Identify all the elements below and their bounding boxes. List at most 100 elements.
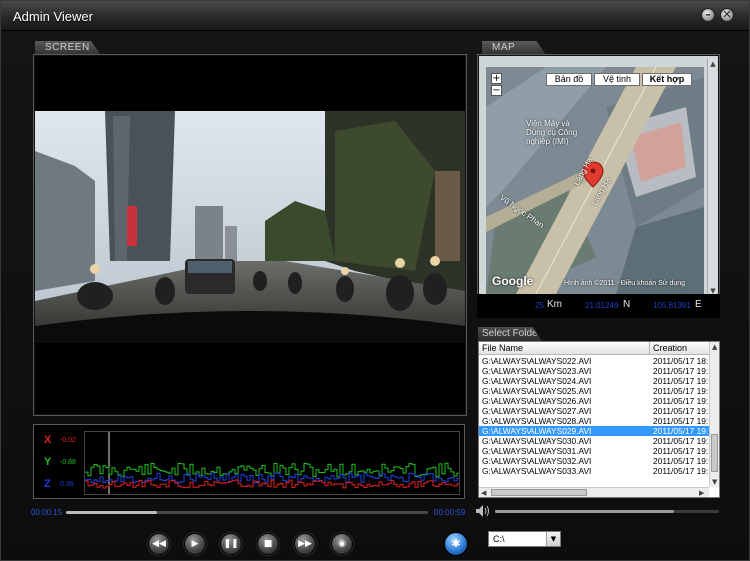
column-creation[interactable]: Creation bbox=[653, 343, 687, 353]
play-button[interactable]: ▶ bbox=[184, 533, 206, 555]
creation-cell: 2011/05/17 19: bbox=[653, 366, 709, 376]
creation-cell: 2011/05/17 18: bbox=[653, 356, 709, 366]
video-screen[interactable] bbox=[33, 54, 467, 416]
drive-select[interactable]: C:\ ▼ bbox=[488, 531, 561, 547]
rewind-button[interactable]: ◀◀ bbox=[148, 533, 170, 555]
g-sensor-plot bbox=[85, 432, 460, 494]
file-name-cell: G:\ALWAYS\ALWAYS023.AVI bbox=[482, 366, 592, 376]
gps-readout: 25 Km 21.01249 N 105.81391 E bbox=[477, 294, 720, 318]
admin-viewer-window: Admin Viewer – ✕ SCREEN MAP Bản đồ Vệ ti… bbox=[0, 0, 750, 561]
distance-unit: Km bbox=[547, 299, 562, 310]
file-list[interactable]: File Name Creation G:\ALWAYS\ALWAYS022.A… bbox=[478, 341, 720, 498]
x-axis-label: X bbox=[44, 434, 52, 446]
volume-fill bbox=[495, 510, 675, 513]
stop-button[interactable]: ■ bbox=[257, 533, 279, 555]
z-axis-value: 0.36 bbox=[60, 481, 74, 488]
map-type-satellite-button[interactable]: Vệ tinh bbox=[594, 73, 640, 86]
scroll-down-icon[interactable]: ▼ bbox=[712, 478, 717, 486]
volume-slider[interactable] bbox=[495, 510, 719, 513]
file-row[interactable]: G:\ALWAYS\ALWAYS023.AVI 2011/05/17 19: bbox=[479, 366, 709, 376]
creation-cell: 2011/05/17 19: bbox=[653, 436, 709, 446]
file-name-cell: G:\ALWAYS\ALWAYS027.AVI bbox=[482, 406, 592, 416]
file-name-cell: G:\ALWAYS\ALWAYS033.AVI bbox=[482, 466, 592, 476]
file-row[interactable]: G:\ALWAYS\ALWAYS024.AVI 2011/05/17 19: bbox=[479, 376, 709, 386]
creation-cell: 2011/05/17 19: bbox=[653, 466, 709, 476]
file-name-cell: G:\ALWAYS\ALWAYS028.AVI bbox=[482, 416, 592, 426]
chevron-down-icon[interactable]: ▼ bbox=[546, 532, 560, 546]
file-list-horizontal-scrollbar[interactable]: ◀ ▶ bbox=[479, 487, 709, 497]
creation-cell: 2011/05/17 19: bbox=[653, 446, 709, 456]
file-list-header: File Name Creation bbox=[479, 342, 709, 355]
creation-cell: 2011/05/17 19: bbox=[653, 406, 709, 416]
file-row[interactable]: G:\ALWAYS\ALWAYS025.AVI 2011/05/17 19: bbox=[479, 386, 709, 396]
file-row[interactable]: G:\ALWAYS\ALWAYS031.AVI 2011/05/17 19: bbox=[479, 446, 709, 456]
g-sensor-graph[interactable] bbox=[84, 431, 460, 495]
file-name-cell: G:\ALWAYS\ALWAYS025.AVI bbox=[482, 386, 592, 396]
map-type-map-button[interactable]: Bản đồ bbox=[546, 73, 592, 86]
speaker-icon[interactable] bbox=[475, 504, 491, 518]
longitude-unit: E bbox=[695, 299, 702, 310]
file-name-cell: G:\ALWAYS\ALWAYS026.AVI bbox=[482, 396, 592, 406]
x-axis-value: -0.02 bbox=[60, 437, 76, 444]
file-list-vertical-scrollbar[interactable]: ▲ ▼ bbox=[709, 342, 719, 487]
snapshot-button[interactable]: ◉ bbox=[331, 533, 353, 555]
map-copyright[interactable]: Hình ảnh ©2011 - Điều khoản Sử dụng bbox=[564, 280, 685, 287]
z-axis-label: Z bbox=[44, 478, 51, 490]
window-title: Admin Viewer bbox=[13, 9, 93, 24]
map-panel[interactable]: Bản đồ Vệ tinh Kết hợp + − Viện Máy và D… bbox=[477, 54, 720, 317]
zoom-out-button[interactable]: − bbox=[491, 85, 502, 96]
file-rows: G:\ALWAYS\ALWAYS022.AVI 2011/05/17 18: G:\… bbox=[479, 356, 709, 476]
file-name-cell: G:\ALWAYS\ALWAYS030.AVI bbox=[482, 436, 592, 446]
capture-button[interactable]: ✱ bbox=[444, 532, 468, 556]
file-row[interactable]: G:\ALWAYS\ALWAYS027.AVI 2011/05/17 19: bbox=[479, 406, 709, 416]
file-name-cell: G:\ALWAYS\ALWAYS022.AVI bbox=[482, 356, 592, 366]
file-name-cell: G:\ALWAYS\ALWAYS031.AVI bbox=[482, 446, 592, 456]
file-row[interactable]: G:\ALWAYS\ALWAYS022.AVI 2011/05/17 18: bbox=[479, 356, 709, 366]
select-folder-label[interactable]: Select Folder bbox=[478, 327, 542, 341]
street-scene-image bbox=[35, 111, 465, 343]
file-row[interactable]: G:\ALWAYS\ALWAYS026.AVI 2011/05/17 19: bbox=[479, 396, 709, 406]
creation-cell: 2011/05/17 19: bbox=[653, 376, 709, 386]
drive-select-value: C:\ bbox=[493, 534, 505, 544]
progress-slider[interactable] bbox=[66, 511, 428, 514]
minimize-button[interactable]: – bbox=[701, 8, 715, 22]
screen-tab: SCREEN bbox=[35, 41, 101, 55]
file-row[interactable]: G:\ALWAYS\ALWAYS029.AVI 2011/05/17 19: bbox=[479, 426, 709, 436]
progress-fill bbox=[66, 511, 157, 514]
satellite-map[interactable]: Bản đồ Vệ tinh Kết hợp + − Viện Máy và D… bbox=[486, 67, 704, 294]
scroll-thumb[interactable] bbox=[711, 434, 718, 472]
pause-button[interactable]: ❚❚ bbox=[220, 533, 242, 555]
map-type-hybrid-button[interactable]: Kết hợp bbox=[642, 73, 692, 86]
scroll-thumb[interactable] bbox=[491, 489, 587, 496]
creation-cell: 2011/05/17 19: bbox=[653, 456, 709, 466]
file-row[interactable]: G:\ALWAYS\ALWAYS033.AVI 2011/05/17 19: bbox=[479, 466, 709, 476]
file-row[interactable]: G:\ALWAYS\ALWAYS028.AVI 2011/05/17 19: bbox=[479, 416, 709, 426]
close-button[interactable]: ✕ bbox=[720, 8, 734, 22]
zoom-in-button[interactable]: + bbox=[491, 73, 502, 84]
file-name-cell: G:\ALWAYS\ALWAYS029.AVI bbox=[482, 426, 592, 436]
scroll-up-icon[interactable]: ▲ bbox=[712, 343, 717, 351]
map-poi-label: Viện Máy và Dụng cụ Công nghiệp (IMI) bbox=[526, 119, 578, 146]
title-bar[interactable]: Admin Viewer – ✕ bbox=[1, 1, 749, 31]
total-time: 00:00:59 bbox=[434, 508, 466, 517]
file-name-cell: G:\ALWAYS\ALWAYS032.AVI bbox=[482, 456, 592, 466]
creation-cell: 2011/05/17 19: bbox=[653, 386, 709, 396]
scroll-left-icon[interactable]: ◀ bbox=[481, 489, 486, 497]
video-frame bbox=[35, 111, 465, 343]
creation-cell: 2011/05/17 19: bbox=[653, 396, 709, 406]
latitude-unit: N bbox=[623, 299, 631, 310]
g-sensor-panel: X -0.02 Y -0.88 Z 0.36 bbox=[33, 424, 465, 499]
distance-value: 25 bbox=[535, 301, 544, 310]
column-file-name[interactable]: File Name bbox=[482, 343, 523, 353]
current-time: 00:00:15 bbox=[31, 508, 63, 517]
map-vertical-scrollbar[interactable]: ▲ ▼ bbox=[707, 59, 717, 297]
satellite-image bbox=[486, 67, 704, 294]
file-row[interactable]: G:\ALWAYS\ALWAYS030.AVI 2011/05/17 19: bbox=[479, 436, 709, 446]
scroll-right-icon[interactable]: ▶ bbox=[699, 489, 704, 497]
file-name-cell: G:\ALWAYS\ALWAYS024.AVI bbox=[482, 376, 592, 386]
scroll-up-icon[interactable]: ▲ bbox=[709, 60, 717, 68]
file-row[interactable]: G:\ALWAYS\ALWAYS032.AVI 2011/05/17 19: bbox=[479, 456, 709, 466]
longitude-value: 105.81391 bbox=[653, 301, 691, 310]
fast-forward-button[interactable]: ▶▶ bbox=[294, 533, 316, 555]
y-axis-value: -0.88 bbox=[60, 459, 76, 466]
